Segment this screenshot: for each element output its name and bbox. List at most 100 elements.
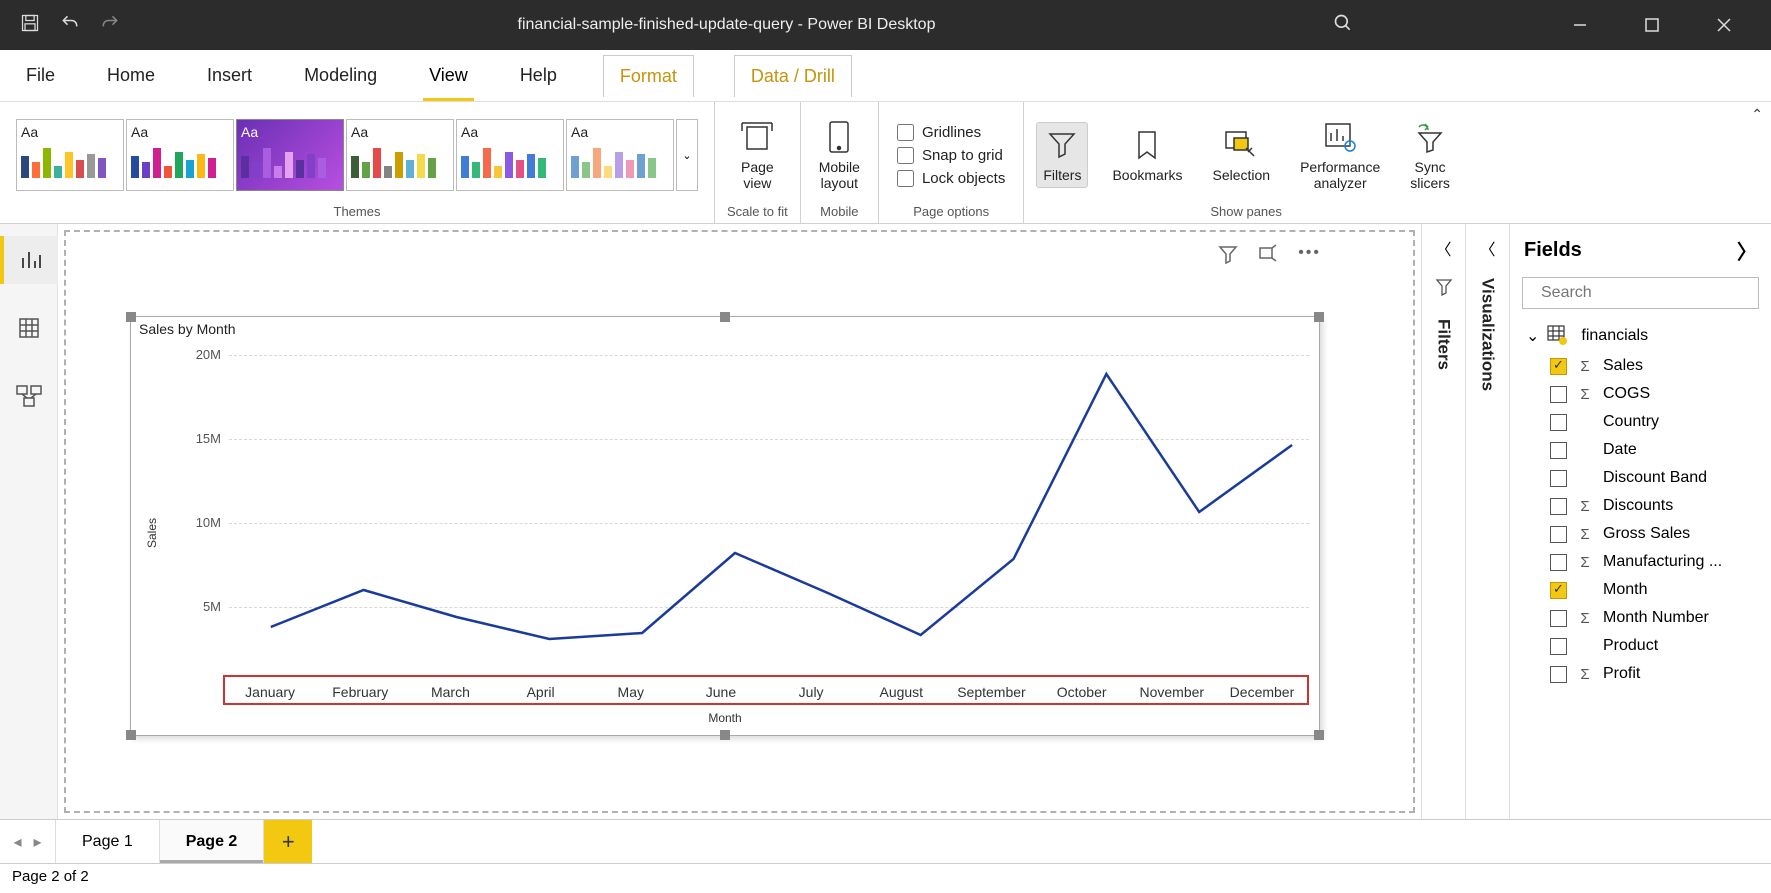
sync-slicers-button[interactable]: Sync slicers bbox=[1404, 115, 1456, 195]
chart-line bbox=[131, 337, 1319, 697]
field-row[interactable]: Country bbox=[1510, 408, 1771, 436]
field-checkbox[interactable] bbox=[1550, 470, 1567, 487]
field-row[interactable]: Product bbox=[1510, 632, 1771, 660]
sigma-icon: Σ bbox=[1577, 666, 1593, 683]
group-label-themes: Themes bbox=[334, 202, 381, 221]
menu-modeling[interactable]: Modeling bbox=[298, 51, 383, 101]
model-view-button[interactable] bbox=[0, 372, 58, 420]
field-checkbox[interactable] bbox=[1550, 526, 1567, 543]
chevron-left-icon[interactable]: 〈 bbox=[1479, 236, 1495, 260]
fields-pane: Fields 〉 ⌄ financials ΣSalesΣCOGSCountry… bbox=[1509, 224, 1771, 819]
data-view-button[interactable] bbox=[0, 304, 58, 352]
theme-dropdown[interactable]: ⌄ bbox=[676, 119, 698, 191]
menu-insert[interactable]: Insert bbox=[201, 51, 258, 101]
field-row[interactable]: ΣManufacturing ... bbox=[1510, 548, 1771, 576]
field-checkbox[interactable] bbox=[1550, 442, 1567, 459]
page-nav[interactable]: ◂▸ bbox=[0, 820, 56, 863]
filters-pane-collapsed[interactable]: 〈 Filters bbox=[1421, 224, 1465, 819]
field-row[interactable]: Month bbox=[1510, 576, 1771, 604]
status-text: Page 2 of 2 bbox=[12, 868, 89, 885]
field-row[interactable]: Discount Band bbox=[1510, 464, 1771, 492]
add-page-button[interactable]: + bbox=[264, 820, 312, 863]
field-row[interactable]: ΣSales bbox=[1510, 352, 1771, 380]
field-row[interactable]: ΣGross Sales bbox=[1510, 520, 1771, 548]
theme-thumb[interactable]: Aa bbox=[566, 119, 674, 191]
menu-file[interactable]: File bbox=[20, 51, 61, 101]
sigma-icon: Σ bbox=[1577, 498, 1593, 515]
performance-icon bbox=[1323, 119, 1357, 155]
table-icon bbox=[1547, 325, 1573, 346]
visualizations-pane-collapsed[interactable]: 〈 Visualizations bbox=[1465, 224, 1509, 819]
sigma-icon: Σ bbox=[1577, 386, 1593, 403]
undo-icon[interactable] bbox=[60, 13, 80, 38]
field-checkbox[interactable] bbox=[1550, 554, 1567, 571]
field-checkbox[interactable] bbox=[1550, 386, 1567, 403]
bookmarks-button[interactable]: Bookmarks bbox=[1106, 123, 1188, 187]
fields-search[interactable] bbox=[1522, 277, 1759, 309]
theme-thumb[interactable]: Aa bbox=[346, 119, 454, 191]
menu-format[interactable]: Format bbox=[603, 55, 694, 97]
field-row[interactable]: ΣCOGS bbox=[1510, 380, 1771, 408]
menubar: File Home Insert Modeling View Help Form… bbox=[0, 50, 1771, 102]
menu-help[interactable]: Help bbox=[514, 51, 563, 101]
field-label: Product bbox=[1603, 637, 1658, 655]
visual-filter-icon[interactable] bbox=[1218, 244, 1238, 269]
search-icon[interactable] bbox=[1333, 13, 1353, 38]
field-checkbox[interactable] bbox=[1550, 610, 1567, 627]
sigma-icon: Σ bbox=[1577, 610, 1593, 627]
visual-toolbar: ••• bbox=[1218, 244, 1321, 269]
field-checkbox[interactable] bbox=[1550, 358, 1567, 375]
gridlines-checkbox[interactable]: Gridlines bbox=[897, 124, 1005, 141]
page-tab-2[interactable]: Page 2 bbox=[160, 820, 265, 863]
search-input[interactable] bbox=[1541, 284, 1748, 302]
chevron-right-icon[interactable]: 〉 bbox=[1737, 236, 1757, 265]
selection-icon bbox=[1224, 127, 1258, 163]
redo-icon[interactable] bbox=[100, 13, 120, 38]
filters-pane-button[interactable]: Filters bbox=[1036, 122, 1088, 188]
field-label: Country bbox=[1603, 413, 1659, 431]
menu-home[interactable]: Home bbox=[101, 51, 161, 101]
theme-thumb-selected[interactable]: Aa bbox=[236, 119, 344, 191]
theme-thumb[interactable]: Aa bbox=[16, 119, 124, 191]
maximize-icon[interactable] bbox=[1627, 0, 1677, 50]
group-label-scale: Scale to fit bbox=[727, 202, 788, 221]
mobile-layout-button[interactable]: Mobile layout bbox=[813, 115, 866, 195]
titlebar: financial-sample-finished-update-query -… bbox=[0, 0, 1771, 50]
field-row[interactable]: Date bbox=[1510, 436, 1771, 464]
expand-icon[interactable]: ⌄ bbox=[1526, 326, 1539, 346]
chevron-left-icon[interactable]: 〈 bbox=[1435, 236, 1451, 260]
page-tab-1[interactable]: Page 1 bbox=[56, 820, 160, 863]
field-row[interactable]: ΣProfit bbox=[1510, 660, 1771, 688]
theme-gallery[interactable]: Aa Aa Aa Aa Aa Aa ⌄ bbox=[12, 115, 702, 195]
theme-thumb[interactable]: Aa bbox=[456, 119, 564, 191]
field-checkbox[interactable] bbox=[1550, 498, 1567, 515]
menu-data-drill[interactable]: Data / Drill bbox=[734, 55, 852, 97]
focus-mode-icon[interactable] bbox=[1258, 244, 1278, 269]
bookmark-icon bbox=[1134, 127, 1160, 163]
snap-checkbox[interactable]: Snap to grid bbox=[897, 147, 1005, 164]
menu-view[interactable]: View bbox=[423, 51, 474, 101]
field-checkbox[interactable] bbox=[1550, 666, 1567, 683]
line-chart-visual[interactable]: Sales by Month Sales 20M 15M 10M 5M Janu… bbox=[130, 316, 1320, 736]
report-view-button[interactable] bbox=[0, 236, 58, 284]
table-financials[interactable]: ⌄ financials bbox=[1510, 319, 1771, 352]
close-icon[interactable] bbox=[1699, 0, 1749, 50]
theme-thumb[interactable]: Aa bbox=[126, 119, 234, 191]
collapse-ribbon-icon[interactable]: ⌃ bbox=[1751, 106, 1763, 123]
field-checkbox[interactable] bbox=[1550, 582, 1567, 599]
minimize-icon[interactable] bbox=[1555, 0, 1605, 50]
field-row[interactable]: ΣMonth Number bbox=[1510, 604, 1771, 632]
field-label: Sales bbox=[1603, 357, 1643, 375]
page-view-button[interactable]: Page view bbox=[734, 115, 780, 195]
field-label: Discounts bbox=[1603, 497, 1673, 515]
report-canvas[interactable]: ••• Sales by Month Sales 20M 15M 10M 5M … bbox=[58, 224, 1421, 819]
performance-analyzer-button[interactable]: Performance analyzer bbox=[1294, 115, 1386, 195]
field-checkbox[interactable] bbox=[1550, 638, 1567, 655]
selection-button[interactable]: Selection bbox=[1207, 123, 1277, 187]
lock-checkbox[interactable]: Lock objects bbox=[897, 170, 1005, 187]
field-row[interactable]: Σ Discounts bbox=[1510, 492, 1771, 520]
more-options-icon[interactable]: ••• bbox=[1298, 244, 1321, 269]
save-icon[interactable] bbox=[20, 13, 40, 38]
group-label-show-panes: Show panes bbox=[1210, 202, 1282, 221]
field-checkbox[interactable] bbox=[1550, 414, 1567, 431]
